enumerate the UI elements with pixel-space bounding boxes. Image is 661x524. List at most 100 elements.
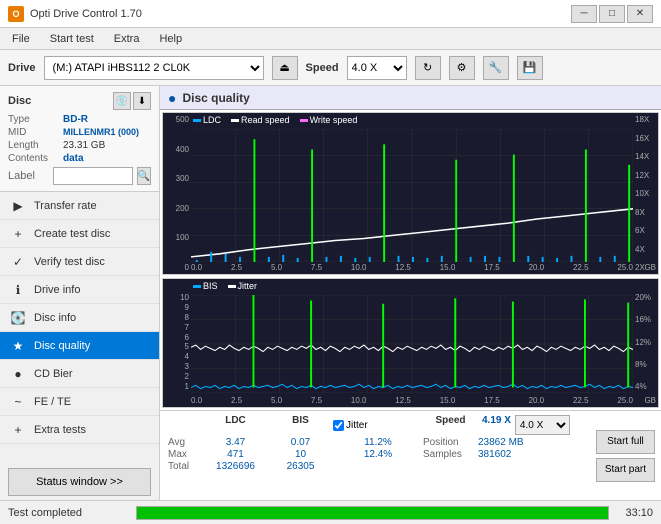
disc-length-key: Length bbox=[8, 140, 63, 151]
legend-ldc-color bbox=[193, 119, 201, 122]
titlebar-title: Opti Drive Control 1.70 bbox=[30, 8, 142, 20]
menu-help[interactable]: Help bbox=[151, 31, 190, 47]
legend-bis-label: BIS bbox=[203, 281, 218, 291]
jitter-check-container: Jitter bbox=[333, 415, 423, 435]
chart-top-y-left: 500 400 300 200 100 0 bbox=[163, 113, 191, 274]
chart-bis: BIS Jitter 10 9 8 7 6 5 4 bbox=[162, 278, 659, 408]
sidebar-item-cd-bier[interactable]: ● CD Bier bbox=[0, 360, 159, 388]
chart-bottom-x-axis: 0.0 2.5 5.0 7.5 10.0 12.5 15.0 17.5 20.0… bbox=[191, 396, 633, 405]
transfer-rate-label: Transfer rate bbox=[34, 200, 97, 212]
disc-length-row: Length 23.31 GB bbox=[8, 140, 151, 151]
col-header-bis: BIS bbox=[268, 415, 333, 435]
chart-bottom-legend: BIS Jitter bbox=[193, 281, 257, 291]
disc-label-input[interactable] bbox=[53, 167, 133, 185]
settings-button1[interactable]: ⚙ bbox=[449, 56, 475, 80]
legend-bis-color bbox=[193, 285, 201, 288]
legend-read-label: Read speed bbox=[241, 115, 290, 125]
disc-label-row: Label 🔍 bbox=[8, 167, 151, 185]
legend-ldc-label: LDC bbox=[203, 115, 221, 125]
extra-tests-icon: + bbox=[10, 422, 26, 438]
eject-button[interactable]: ⏏ bbox=[272, 56, 298, 80]
status-window-button[interactable]: Status window >> bbox=[8, 468, 151, 496]
sidebar-item-drive-info[interactable]: ℹ Drive info bbox=[0, 276, 159, 304]
disc-label-key: Label bbox=[8, 170, 49, 182]
sidebar-item-disc-quality[interactable]: ★ Disc quality bbox=[0, 332, 159, 360]
titlebar-left: O Opti Drive Control 1.70 bbox=[8, 6, 142, 22]
create-disc-label: Create test disc bbox=[34, 228, 110, 240]
disc-icon-2[interactable]: ⬇ bbox=[133, 92, 151, 110]
drive-info-icon: ℹ bbox=[10, 282, 26, 298]
save-button[interactable]: 💾 bbox=[517, 56, 543, 80]
action-buttons: Start full Start part bbox=[590, 411, 661, 500]
start-part-button[interactable]: Start part bbox=[596, 458, 655, 482]
cd-bier-icon: ● bbox=[10, 366, 26, 382]
chart-bottom-y-right: 20% 16% 12% 8% 4% bbox=[633, 279, 658, 407]
disc-icon-1[interactable]: 💿 bbox=[113, 92, 131, 110]
menubar: File Start test Extra Help bbox=[0, 28, 661, 50]
sidebar-item-create-test-disc[interactable]: + Create test disc bbox=[0, 220, 159, 248]
maximize-button[interactable]: □ bbox=[599, 5, 625, 23]
speed-label: Speed bbox=[306, 62, 339, 74]
avg-bis: 0.07 bbox=[268, 437, 333, 448]
avg-ldc: 3.47 bbox=[203, 437, 268, 448]
total-bis: 26305 bbox=[268, 461, 333, 472]
content-area: ● Disc quality LDC Read speed bbox=[160, 86, 661, 500]
avg-label: Avg bbox=[168, 437, 203, 448]
disc-info-icon: 💽 bbox=[10, 310, 26, 326]
samples-val: 381602 bbox=[478, 449, 511, 460]
disc-contents-key: Contents bbox=[8, 153, 63, 164]
chart-top-svg bbox=[191, 129, 633, 262]
sidebar-item-extra-tests[interactable]: + Extra tests bbox=[0, 416, 159, 444]
stats-total-row: Total 1326696 26305 bbox=[168, 461, 582, 472]
disc-mid-row: MID MILLENMR1 (000) bbox=[8, 127, 151, 138]
start-full-button[interactable]: Start full bbox=[596, 430, 655, 454]
menu-file[interactable]: File bbox=[4, 31, 38, 47]
disc-label-button[interactable]: 🔍 bbox=[137, 167, 151, 185]
total-label: Total bbox=[168, 461, 203, 472]
titlebar-controls: ─ □ ✕ bbox=[571, 5, 653, 23]
disc-contents-val: data bbox=[63, 153, 84, 164]
menu-start-test[interactable]: Start test bbox=[42, 31, 102, 47]
stats-table: LDC BIS Jitter Speed 4.19 X 4.0 X Avg 3.… bbox=[160, 411, 590, 500]
nav-items: ▶ Transfer rate + Create test disc ✓ Ver… bbox=[0, 192, 159, 464]
content-header: ● Disc quality bbox=[160, 86, 661, 110]
legend-ldc: LDC bbox=[193, 115, 221, 125]
transfer-rate-icon: ▶ bbox=[10, 198, 26, 214]
speed-select[interactable]: 4.0 X bbox=[347, 56, 407, 80]
refresh-button[interactable]: ↻ bbox=[415, 56, 441, 80]
legend-jitter: Jitter bbox=[228, 281, 258, 291]
stats-header-row: LDC BIS Jitter Speed 4.19 X 4.0 X bbox=[168, 415, 582, 435]
chart-ldc: LDC Read speed Write speed 500 400 bbox=[162, 112, 659, 275]
content-title: Disc quality bbox=[182, 91, 249, 105]
chart-bottom-svg bbox=[191, 295, 633, 393]
sidebar-item-verify-test-disc[interactable]: ✓ Verify test disc bbox=[0, 248, 159, 276]
samples-label: Samples bbox=[423, 449, 478, 460]
extra-tests-label: Extra tests bbox=[34, 424, 86, 436]
chart-bottom-x-unit: GB bbox=[644, 396, 656, 405]
settings-button2[interactable]: 🔧 bbox=[483, 56, 509, 80]
titlebar: O Opti Drive Control 1.70 ─ □ ✕ bbox=[0, 0, 661, 28]
sidebar-item-transfer-rate[interactable]: ▶ Transfer rate bbox=[0, 192, 159, 220]
sidebar-item-fe-te[interactable]: ~ FE / TE bbox=[0, 388, 159, 416]
chart-top-legend: LDC Read speed Write speed bbox=[193, 115, 357, 125]
disc-type-row: Type BD-R bbox=[8, 114, 151, 125]
verify-disc-label: Verify test disc bbox=[34, 256, 105, 268]
max-jitter: 12.4% bbox=[333, 449, 423, 460]
jitter-checkbox[interactable] bbox=[333, 420, 344, 431]
minimize-button[interactable]: ─ bbox=[571, 5, 597, 23]
close-button[interactable]: ✕ bbox=[627, 5, 653, 23]
disc-type-key: Type bbox=[8, 114, 63, 125]
disc-section-header: Disc 💿 ⬇ bbox=[8, 92, 151, 110]
disc-mid-val: MILLENMR1 (000) bbox=[63, 127, 139, 138]
menu-extra[interactable]: Extra bbox=[106, 31, 148, 47]
sidebar-item-disc-info[interactable]: 💽 Disc info bbox=[0, 304, 159, 332]
legend-write-label: Write speed bbox=[310, 115, 358, 125]
status-text: Test completed bbox=[8, 507, 128, 519]
drive-select[interactable]: (M:) ATAPI iHBS112 2 CL0K bbox=[44, 56, 264, 80]
speed-dropdown[interactable]: 4.0 X bbox=[515, 415, 570, 435]
legend-bis: BIS bbox=[193, 281, 218, 291]
max-label: Max bbox=[168, 449, 203, 460]
total-ldc: 1326696 bbox=[203, 461, 268, 472]
drive-toolbar: Drive (M:) ATAPI iHBS112 2 CL0K ⏏ Speed … bbox=[0, 50, 661, 86]
app-icon: O bbox=[8, 6, 24, 22]
